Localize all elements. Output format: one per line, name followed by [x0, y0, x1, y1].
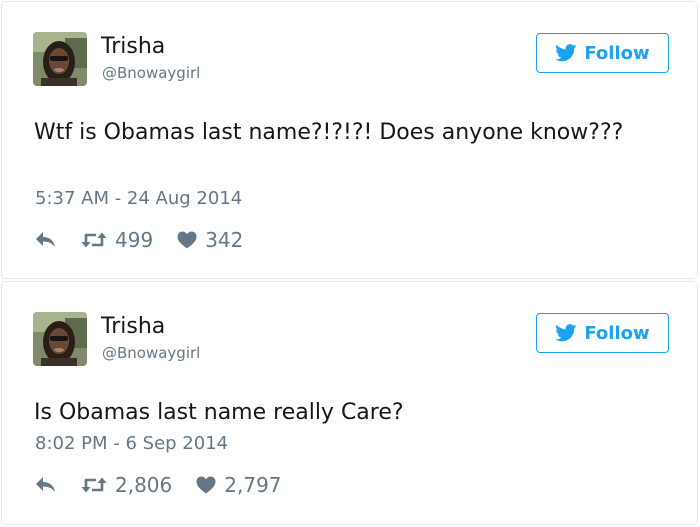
display-name[interactable]: Trisha: [101, 33, 165, 61]
avatar[interactable]: [33, 312, 87, 366]
reply-icon[interactable]: [35, 476, 57, 494]
retweet-icon: [81, 231, 107, 249]
tweet-card: Trisha @Bnowaygirl Follow Wtf is Obamas …: [1, 1, 698, 279]
follow-button[interactable]: Follow: [536, 313, 669, 353]
like-action[interactable]: 2,797: [196, 473, 282, 497]
twitter-bird-icon: [555, 324, 577, 342]
retweet-icon: [81, 476, 107, 494]
tweet-text: Wtf is Obamas last name?!?!?! Does anyon…: [34, 120, 624, 145]
like-count: 2,797: [224, 473, 282, 497]
retweet-count: 2,806: [115, 473, 173, 497]
retweet-action[interactable]: 2,806: [81, 473, 172, 497]
heart-icon: [177, 231, 197, 249]
user-handle[interactable]: @Bnowaygirl: [102, 63, 200, 83]
like-count: 342: [205, 228, 244, 252]
tweet-timestamp[interactable]: 5:37 AM - 24 Aug 2014: [35, 188, 242, 210]
follow-label: Follow: [584, 322, 650, 344]
avatar[interactable]: [33, 32, 87, 86]
retweet-count: 499: [115, 228, 154, 252]
retweet-action[interactable]: 499: [81, 228, 153, 252]
follow-button[interactable]: Follow: [536, 33, 669, 73]
tweet-card: Trisha @Bnowaygirl Follow Is Obamas last…: [1, 281, 698, 525]
tweet-text: Is Obamas last name really Care?: [34, 400, 404, 425]
tweet-actions: 499 342: [35, 227, 243, 253]
reply-icon[interactable]: [35, 231, 57, 249]
heart-icon: [196, 476, 216, 494]
tweet-timestamp[interactable]: 8:02 PM - 6 Sep 2014: [35, 433, 228, 455]
twitter-bird-icon: [555, 44, 577, 62]
tweet-actions: 2,806 2,797: [35, 472, 282, 498]
user-handle[interactable]: @Bnowaygirl: [102, 343, 200, 363]
follow-label: Follow: [584, 42, 650, 64]
display-name[interactable]: Trisha: [101, 313, 165, 341]
like-action[interactable]: 342: [177, 228, 243, 252]
